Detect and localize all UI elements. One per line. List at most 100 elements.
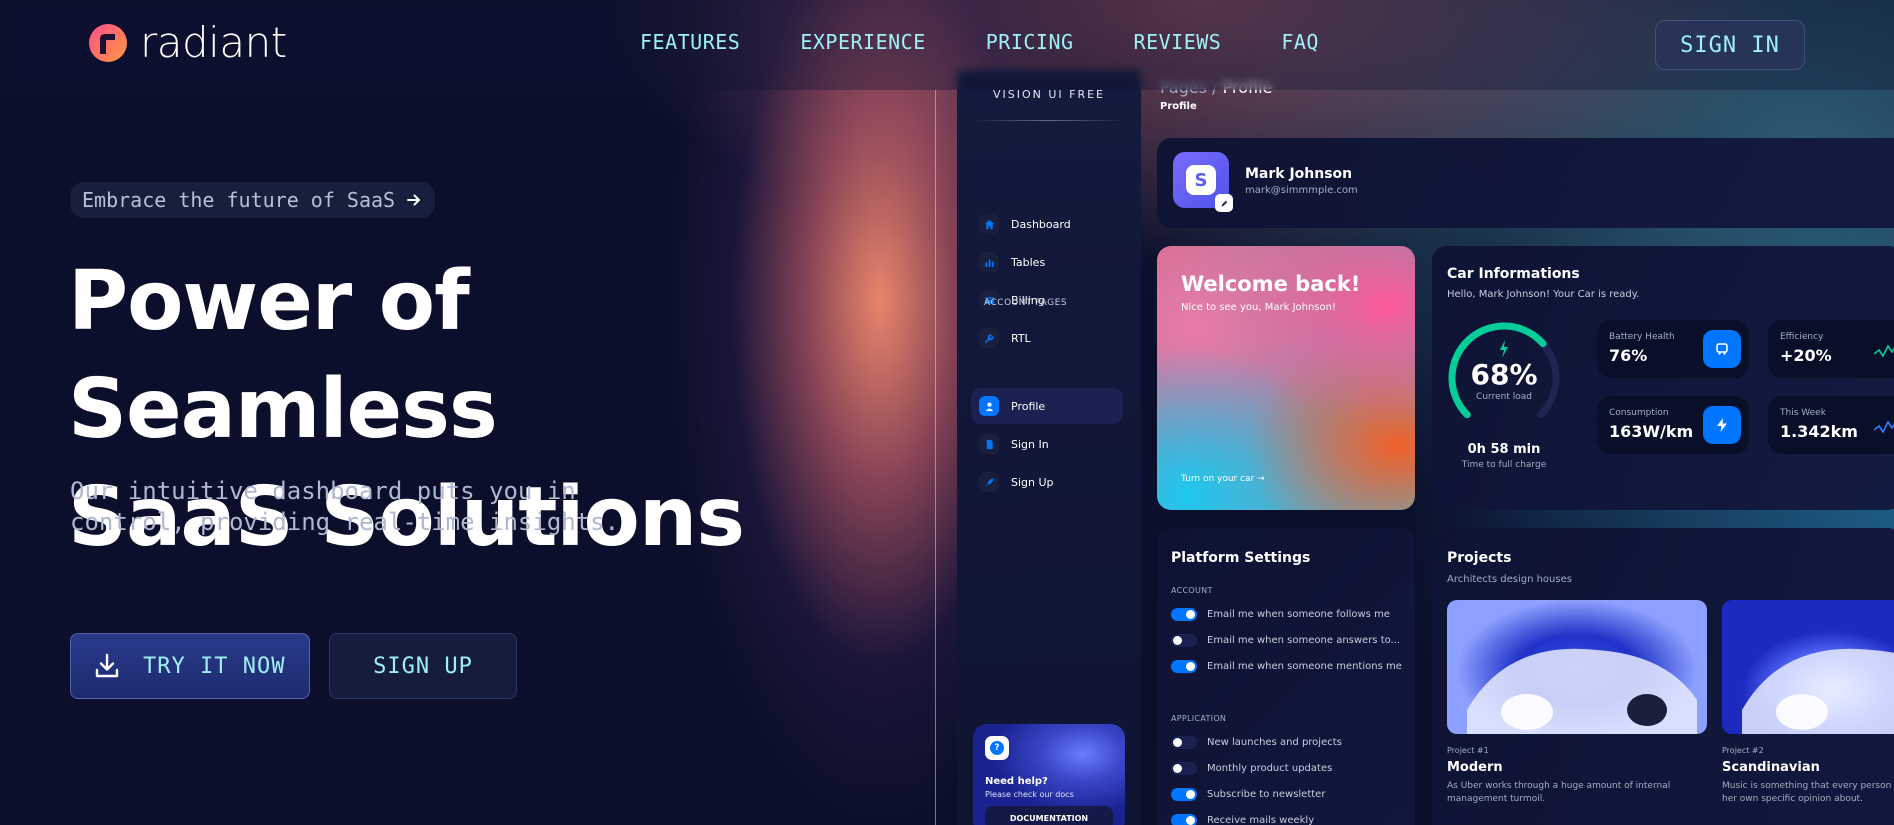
project-name: Modern [1447, 760, 1503, 775]
projects-title: Projects [1447, 550, 1512, 566]
charge-time: 0h 58 min [1467, 442, 1541, 457]
divider-line [935, 90, 936, 825]
home-icon [979, 214, 999, 234]
toggle-knob [1186, 662, 1195, 671]
question-icon: ? [990, 741, 1004, 755]
projects-card: Projects Architects design houses Project … [1432, 528, 1894, 825]
sidebar-item-sign-up[interactable]: Sign Up [971, 464, 1123, 500]
tagline-pill[interactable]: Embrace the future of SaaS [70, 182, 436, 218]
platform-settings-title: Platform Settings [1171, 550, 1311, 566]
sidebar-item-label: Sign Up [1011, 475, 1054, 489]
welcome-title: Welcome back! [1181, 272, 1361, 296]
bolt-icon [1500, 340, 1508, 358]
projects-subtitle: Architects design houses [1447, 574, 1572, 585]
toggle-label: Email me when someone mentions me [1207, 661, 1402, 672]
sign-up-button[interactable]: SIGN UP [329, 633, 517, 699]
turn-on-car-link[interactable]: Turn on your car → [1181, 474, 1265, 484]
logo[interactable]: radiant [88, 18, 287, 67]
project-image[interactable] [1447, 600, 1707, 734]
stat-label: This Week [1780, 408, 1826, 418]
car-info-title: Car Informations [1447, 266, 1580, 282]
account-caption: ACCOUNT [1171, 586, 1213, 595]
toggle-switch[interactable] [1171, 608, 1197, 621]
welcome-card: Welcome back! Nice to see you, Mark Johns… [1157, 246, 1415, 510]
project-image[interactable] [1722, 600, 1894, 734]
stat-value: +20% [1780, 346, 1832, 365]
stat-label: Battery Health [1609, 332, 1675, 342]
sidebar-item-profile[interactable]: Profile [971, 388, 1123, 424]
document-icon-glyph [986, 439, 993, 449]
hero-title-line: Power of Seamless [68, 254, 498, 457]
toggle-row: Subscribe to newsletter [1171, 788, 1325, 801]
nav-link-features[interactable]: FEATURES [640, 30, 740, 54]
toggle-row: Receive mails weekly [1171, 814, 1314, 825]
toggle-switch[interactable] [1171, 660, 1197, 673]
documentation-button[interactable]: DOCUMENTATION [985, 806, 1113, 825]
sidebar-item-sign-in[interactable]: Sign In [971, 426, 1123, 462]
toggle-label: Receive mails weekly [1207, 815, 1315, 825]
gauge-value: 68% [1470, 358, 1538, 391]
toggle-row: Email me when someone follows me [1171, 608, 1390, 621]
document-icon [979, 434, 999, 454]
nav-link-pricing[interactable]: PRICING [986, 30, 1074, 54]
edit-icon[interactable] [1215, 194, 1233, 212]
stat-value: 76% [1609, 346, 1648, 365]
page-title: Profile [1160, 101, 1197, 112]
help-badge: ? [985, 736, 1009, 760]
nav-link-experience[interactable]: EXPERIENCE [800, 30, 925, 54]
platform-settings-card: Platform Settings ACCOUNT Email me when so… [1157, 528, 1415, 825]
avatar[interactable]: S [1173, 152, 1233, 212]
sidebar-item-label: RTL [1011, 331, 1031, 345]
rocket-icon [979, 472, 999, 492]
nav-links: FEATURES EXPERIENCE PRICING REVIEWS FAQ [640, 30, 1379, 54]
tagline-text: Embrace the future of SaaS [82, 188, 396, 212]
wrench-icon [979, 328, 999, 348]
project-name: Scandinavian [1722, 760, 1820, 775]
toggle-switch[interactable] [1171, 814, 1197, 825]
logo-text: radiant [140, 18, 287, 67]
project-number: Project #2 [1722, 746, 1764, 755]
toggle-knob [1186, 790, 1195, 799]
toggle-row: Email me when someone answers to... [1171, 634, 1400, 647]
toggle-switch[interactable] [1171, 762, 1197, 775]
toggle-switch[interactable] [1171, 634, 1197, 647]
bolt-icon [1703, 406, 1741, 444]
radiant-logo-icon [89, 23, 127, 62]
toggle-knob [1173, 636, 1182, 645]
sidebar-item-tables[interactable]: Tables [971, 244, 1123, 280]
stat-efficiency: Efficiency +20% [1768, 320, 1894, 378]
profile-card: S Mark Johnson mark@simmmple.com [1157, 138, 1894, 228]
download-icon [95, 653, 119, 678]
project-number: Project #1 [1447, 746, 1489, 755]
toggle-knob [1173, 738, 1182, 747]
nav-link-faq[interactable]: FAQ [1281, 30, 1319, 54]
sidebar-item-label: Tables [1011, 255, 1046, 269]
toggle-label: Subscribe to newsletter [1207, 789, 1326, 800]
avatar-logo-icon: S [1186, 165, 1216, 195]
car-photo [1467, 648, 1697, 734]
try-it-now-button[interactable]: TRY IT NOW [70, 633, 310, 699]
stat-label: Consumption [1609, 408, 1669, 418]
toggle-label: Email me when someone follows me [1207, 609, 1390, 620]
top-nav: radiant FEATURES EXPERIENCE PRICING REVI… [0, 0, 1894, 90]
dashboard-preview: VISION UI FREE Dashboard Tables Billing … [957, 70, 1894, 825]
sign-in-button[interactable]: SIGN IN [1655, 20, 1805, 70]
week-sparkline [1874, 420, 1894, 434]
stat-battery-health: Battery Health 76% [1597, 320, 1749, 378]
toggle-row: Monthly product updates [1171, 762, 1332, 775]
toggle-label: New launches and projects [1207, 737, 1342, 748]
toggle-switch[interactable] [1171, 788, 1197, 801]
sidebar-item-dashboard[interactable]: Dashboard [971, 206, 1123, 242]
car-icon [1703, 330, 1741, 368]
gauge-caption: Current load [1476, 392, 1532, 402]
toggle-knob [1173, 764, 1182, 773]
car-info-card: Car Informations Hello, Mark Johnson! You… [1432, 246, 1894, 510]
profile-email: mark@simmmple.com [1245, 185, 1358, 196]
nav-link-reviews[interactable]: REVIEWS [1134, 30, 1222, 54]
dashboard-sidebar: VISION UI FREE Dashboard Tables Billing … [957, 70, 1141, 825]
hero-subtitle-line: Our intuitive dashboard puts you in [70, 477, 576, 505]
car-info-subtitle: Hello, Mark Johnson! Your Car is ready. [1447, 289, 1640, 300]
sidebar-item-rtl[interactable]: RTL [971, 320, 1123, 356]
stat-label: Efficiency [1780, 332, 1824, 342]
toggle-switch[interactable] [1171, 736, 1197, 749]
